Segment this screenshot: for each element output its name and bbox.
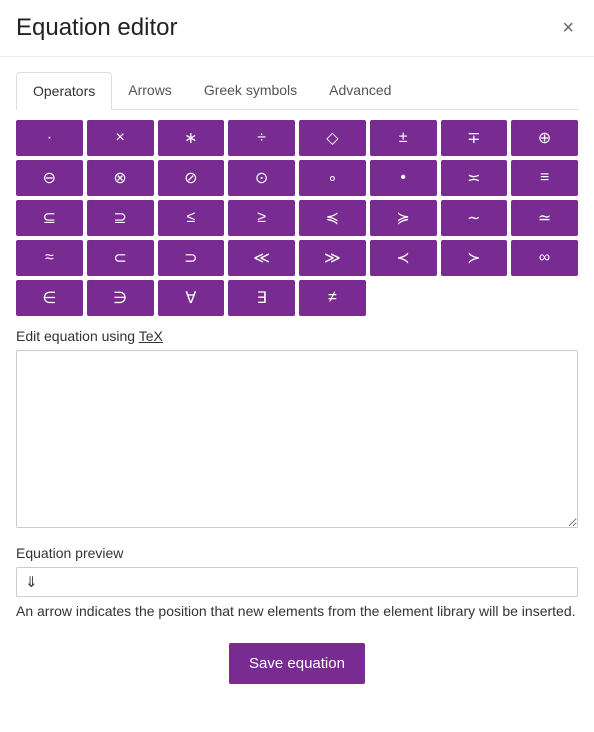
insertion-arrow-icon: ⇓: [25, 574, 38, 591]
symbol-button[interactable]: ∃: [228, 280, 295, 316]
symbol-button[interactable]: ∘: [299, 160, 366, 196]
dialog-title: Equation editor: [16, 14, 177, 42]
symbol-button[interactable]: ≪: [228, 240, 295, 276]
symbol-button[interactable]: ≫: [299, 240, 366, 276]
symbol-button[interactable]: ≍: [441, 160, 508, 196]
dialog-content: Operators Arrows Greek symbols Advanced …: [0, 57, 594, 704]
symbol-button[interactable]: ◇: [299, 120, 366, 156]
symbol-button[interactable]: ≼: [299, 200, 366, 236]
symbol-button[interactable]: ∋: [87, 280, 154, 316]
equation-preview: ⇓: [16, 567, 578, 597]
tab-arrows[interactable]: Arrows: [112, 72, 188, 110]
preview-label: Equation preview: [16, 545, 578, 561]
dialog-actions: Save equation: [16, 643, 578, 684]
equation-input[interactable]: [16, 350, 578, 528]
symbol-button[interactable]: ≻: [441, 240, 508, 276]
symbol-button[interactable]: ≽: [370, 200, 437, 236]
symbol-button[interactable]: ≡: [511, 160, 578, 196]
symbol-button[interactable]: ≠: [299, 280, 366, 316]
tab-bar: Operators Arrows Greek symbols Advanced: [16, 71, 578, 110]
tex-link[interactable]: TeX: [139, 328, 163, 344]
symbol-button[interactable]: ∀: [158, 280, 225, 316]
symbol-button[interactable]: ±: [370, 120, 437, 156]
symbol-button[interactable]: ∗: [158, 120, 225, 156]
symbol-button[interactable]: ⊆: [16, 200, 83, 236]
symbol-button[interactable]: ⊕: [511, 120, 578, 156]
symbol-button[interactable]: ⊘: [158, 160, 225, 196]
symbol-button[interactable]: ·: [16, 120, 83, 156]
edit-equation-label-text: Edit equation using: [16, 328, 139, 344]
symbol-button[interactable]: ≈: [16, 240, 83, 276]
symbol-button[interactable]: ≤: [158, 200, 225, 236]
symbol-button[interactable]: ⊙: [228, 160, 295, 196]
symbol-button[interactable]: ⊃: [158, 240, 225, 276]
close-icon[interactable]: ×: [558, 14, 578, 42]
symbol-button[interactable]: ≥: [228, 200, 295, 236]
symbol-button[interactable]: ⊂: [87, 240, 154, 276]
edit-equation-label: Edit equation using TeX: [16, 328, 578, 344]
symbol-button[interactable]: ≺: [370, 240, 437, 276]
symbol-button[interactable]: ∓: [441, 120, 508, 156]
symbol-button[interactable]: ⊇: [87, 200, 154, 236]
dialog-header: Equation editor ×: [0, 0, 594, 57]
symbol-grid: · × ∗ ÷ ◇ ± ∓ ⊕ ⊖ ⊗ ⊘ ⊙ ∘ • ≍ ≡ ⊆ ⊇ ≤ ≥ …: [16, 120, 578, 316]
symbol-button[interactable]: ⊗: [87, 160, 154, 196]
tab-operators[interactable]: Operators: [16, 72, 112, 110]
equation-editor-dialog: Equation editor × Operators Arrows Greek…: [0, 0, 594, 704]
symbol-button[interactable]: ∈: [16, 280, 83, 316]
symbol-button[interactable]: •: [370, 160, 437, 196]
symbol-button[interactable]: ∞: [511, 240, 578, 276]
symbol-button[interactable]: ≃: [511, 200, 578, 236]
tab-advanced[interactable]: Advanced: [313, 72, 407, 110]
symbol-button[interactable]: ∼: [441, 200, 508, 236]
symbol-button[interactable]: ×: [87, 120, 154, 156]
preview-hint: An arrow indicates the position that new…: [16, 601, 578, 621]
symbol-button[interactable]: ⊖: [16, 160, 83, 196]
save-equation-button[interactable]: Save equation: [229, 643, 365, 684]
tab-greek-symbols[interactable]: Greek symbols: [188, 72, 313, 110]
symbol-button[interactable]: ÷: [228, 120, 295, 156]
